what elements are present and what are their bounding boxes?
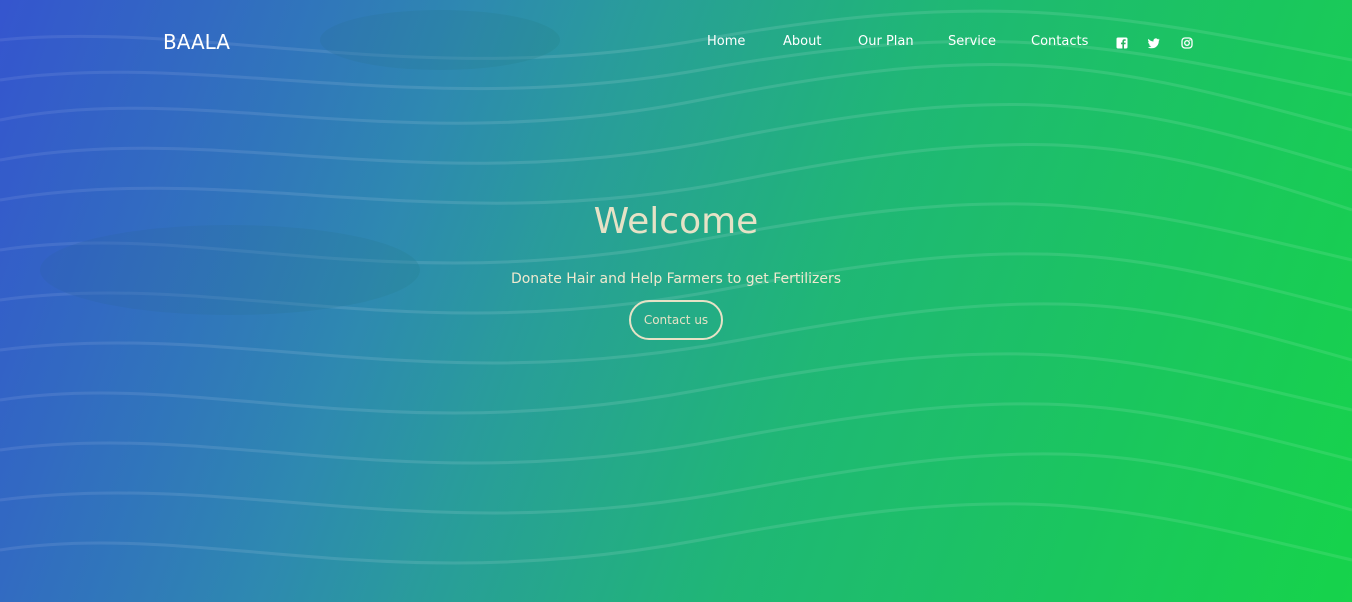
nav-item-about[interactable]: About — [783, 34, 821, 49]
twitter-icon[interactable] — [1147, 36, 1161, 50]
hero-subtitle: Donate Hair and Help Farmers to get Fert… — [510, 271, 842, 287]
hero-content: Welcome Donate Hair and Help Farmers to … — [0, 198, 1352, 340]
nav-menu: Home About Our Plan Service Contacts — [0, 34, 1352, 54]
nav-item-service[interactable]: Service — [948, 34, 996, 49]
instagram-icon[interactable] — [1180, 36, 1194, 50]
hero-section: BAALA Home About Our Plan Service Contac… — [0, 0, 1352, 602]
nav-item-our-plan[interactable]: Our Plan — [858, 34, 914, 49]
top-navbar: BAALA Home About Our Plan Service Contac… — [0, 0, 1352, 86]
hero-title: Welcome — [593, 201, 759, 242]
contact-us-button[interactable]: Contact us — [629, 300, 723, 340]
facebook-icon[interactable] — [1115, 36, 1129, 50]
nav-item-home[interactable]: Home — [707, 34, 745, 49]
nav-item-contacts[interactable]: Contacts — [1031, 34, 1088, 49]
